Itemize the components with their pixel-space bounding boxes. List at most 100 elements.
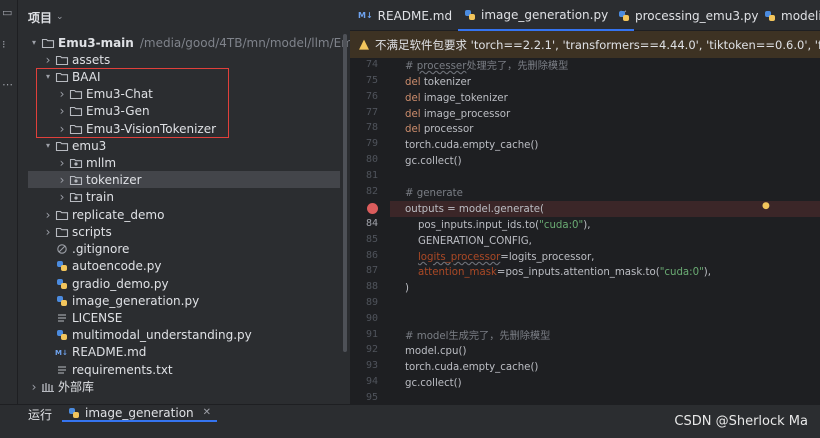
tree-item-scripts[interactable]: › scripts <box>28 223 342 240</box>
folder-icon[interactable]: ▭ <box>2 6 16 20</box>
chevron-right-icon[interactable]: › <box>56 190 68 204</box>
code-line: del tokenizer <box>405 77 471 88</box>
line-number: 81 <box>365 170 378 181</box>
tree-item-label: gradio_demo.py <box>72 276 169 291</box>
line-number: 91 <box>365 329 378 340</box>
tree-item-label: tokenizer <box>86 172 142 187</box>
chevron-right-icon[interactable]: › <box>56 156 68 170</box>
code-line: # generate <box>405 188 463 199</box>
gitignore-icon <box>57 243 67 254</box>
tree-item-label: LICENSE <box>72 310 123 325</box>
tree-item-mllm[interactable]: › mllm <box>28 154 342 171</box>
chevron-right-icon[interactable]: › <box>42 225 54 239</box>
requirements-warning-banner[interactable]: ▲ 不满足软件包要求 'torch==2.2.1', 'transformers… <box>350 31 820 58</box>
chevron-down-icon[interactable]: ⌄ <box>56 12 64 22</box>
tab-image-generation[interactable]: image_generation.py ✕ <box>458 0 634 31</box>
structure-icon[interactable]: ⁝ <box>2 38 16 52</box>
code-line: del processor <box>405 124 474 135</box>
tree-item-gitignore[interactable]: .gitignore <box>28 240 342 257</box>
lightbulb-icon[interactable]: ● <box>762 201 770 211</box>
tree-item-image-generation-py[interactable]: image_generation.py <box>28 292 342 309</box>
tree-item-baai[interactable]: ▾ BAAI <box>28 68 342 85</box>
tree-item-label: assets <box>72 52 111 67</box>
python-icon <box>69 407 79 418</box>
chevron-right-icon[interactable]: › <box>28 380 40 394</box>
code-line: attention_mask=pos_inputs.attention_mask… <box>417 267 711 278</box>
folder-icon <box>55 72 69 82</box>
code-line: model.cpu() <box>405 346 467 357</box>
csdn-watermark: CSDN @Sherlock Ma <box>674 414 808 429</box>
line-number: 89 <box>365 297 378 308</box>
tree-item-emu3-visiontokenizer[interactable]: › Emu3-VisionTokenizer <box>28 120 342 137</box>
warning-icon: ▲ <box>359 37 369 52</box>
text-file-icon <box>58 365 66 374</box>
line-number: 87 <box>365 265 378 276</box>
tree-item-multimodal-understanding-py[interactable]: multimodal_understanding.py <box>28 326 342 343</box>
project-scrollbar[interactable] <box>343 34 347 352</box>
markdown-icon: M↓ <box>358 11 373 20</box>
chevron-right-icon[interactable]: › <box>56 87 68 101</box>
tree-item-readme-md[interactable]: M↓ README.md <box>28 343 342 360</box>
chevron-right-icon[interactable]: › <box>42 208 54 222</box>
package-icon <box>69 158 83 168</box>
close-icon[interactable]: ✕ <box>203 407 211 418</box>
python-icon <box>57 278 67 289</box>
tree-item-emu3[interactable]: ▾ emu3 <box>28 137 342 154</box>
tree-item-label: multimodal_understanding.py <box>72 327 252 342</box>
tree-item-label: BAAI <box>72 69 101 84</box>
chevron-right-icon[interactable]: › <box>56 122 68 136</box>
tab-processing-emu3[interactable]: processing_emu3.py <box>618 0 759 31</box>
tab-readme[interactable]: M↓ README.md <box>358 0 452 31</box>
warning-text: 不满足软件包要求 'torch==2.2.1', 'transformers==… <box>375 37 820 52</box>
tree-item-replicate-demo[interactable]: › replicate_demo <box>28 206 342 223</box>
tree-item-label: train <box>86 189 114 204</box>
breakpoint-icon[interactable] <box>367 203 378 214</box>
tree-item-label: requirements.txt <box>72 362 173 377</box>
tree-item-autoencode-py[interactable]: autoencode.py <box>28 257 342 274</box>
tree-item-label: Emu3-Gen <box>86 103 150 118</box>
tree-item-emu3-gen[interactable]: › Emu3-Gen <box>28 102 342 119</box>
tree-item-tokenizer[interactable]: › tokenizer <box>28 171 340 188</box>
project-path: /media/good/4TB/mn/model/llm/Emu3-main <box>139 35 350 50</box>
project-panel-header[interactable]: 项目 ⌄ <box>28 8 64 26</box>
code-line: # processer处理完了，先删除模型 <box>405 61 569 72</box>
tree-item-requirements-txt[interactable]: requirements.txt <box>28 361 342 378</box>
tree-item-外部库[interactable]: › 外部库 <box>28 378 342 395</box>
package-icon <box>69 175 83 185</box>
tree-item-label: README.md <box>72 344 147 359</box>
tree-item-label: image_generation.py <box>72 293 200 308</box>
tree-item-train[interactable]: › train <box>28 188 342 205</box>
tree-item-label: emu3 <box>72 138 107 153</box>
package-icon <box>69 192 83 202</box>
code-line: GENERATION_CONFIG, <box>405 236 532 247</box>
tab-modelin[interactable]: modelin <box>764 0 820 31</box>
tree-item-emu3-chat[interactable]: › Emu3-Chat <box>28 85 342 102</box>
line-number: 90 <box>365 313 378 324</box>
chevron-down-icon[interactable]: ▾ <box>42 72 54 81</box>
line-number: 79 <box>365 138 378 149</box>
line-number: 82 <box>365 186 378 197</box>
line-number: 84 <box>365 218 378 229</box>
tree-item-label: replicate_demo <box>72 207 165 222</box>
run-tab-image-generation[interactable]: image_generation ✕ <box>62 405 218 422</box>
line-number-gutter[interactable]: 74 75 76 77 78 79 80 81 82 84 85 86 87 88 89 90 91 92 93 94… <box>350 58 390 404</box>
chevron-down-icon[interactable]: ▾ <box>28 38 40 47</box>
python-icon <box>57 295 67 306</box>
code-line: gc.collect() <box>405 156 462 167</box>
tree-item-label: autoencode.py <box>72 258 162 273</box>
line-number: 74 <box>365 59 378 70</box>
line-number: 76 <box>365 91 378 102</box>
chevron-right-icon[interactable]: › <box>42 53 54 67</box>
run-tool-window: 运行 image_generation ✕ CSDN @Sherlock Ma <box>0 404 820 438</box>
tree-item-assets[interactable]: › assets <box>28 51 342 68</box>
chevron-right-icon[interactable]: › <box>56 104 68 118</box>
tree-item-label: scripts <box>72 224 112 239</box>
chevron-down-icon[interactable]: ▾ <box>42 141 54 150</box>
text-file-icon <box>58 313 66 322</box>
tree-item-gradio-demo-py[interactable]: gradio_demo.py <box>28 275 342 292</box>
tab-label: processing_emu3.py <box>635 8 759 23</box>
chevron-right-icon[interactable]: › <box>56 173 68 187</box>
more-icon[interactable]: ⋯ <box>2 78 16 92</box>
tree-item-license[interactable]: LICENSE <box>28 309 342 326</box>
tree-item-emu3-main[interactable]: ▾ Emu3-main/media/good/4TB/mn/model/llm/E… <box>28 34 350 51</box>
